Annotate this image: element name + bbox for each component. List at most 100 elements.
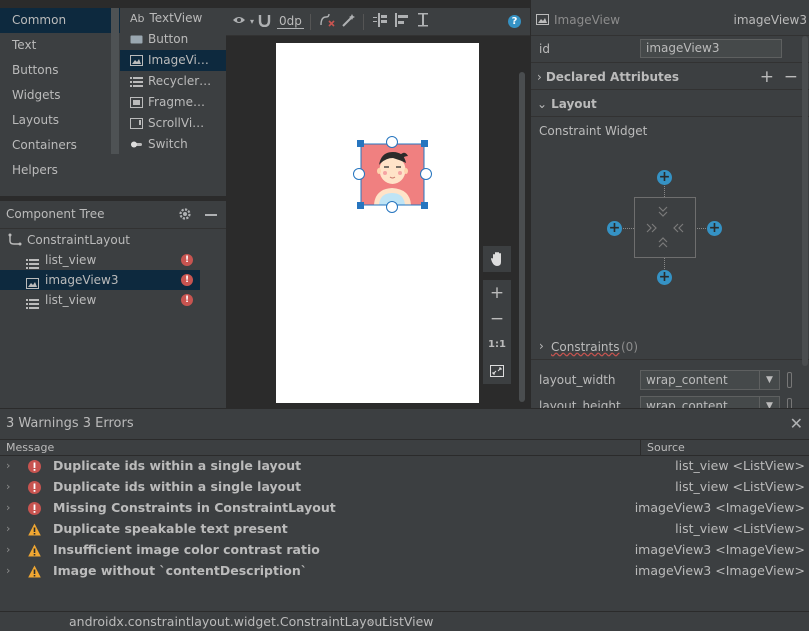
add-right-constraint-icon[interactable]: + <box>707 221 722 236</box>
zoom-1-1-button[interactable]: 1:1 <box>483 332 511 358</box>
palette-category-buttons[interactable]: Buttons <box>0 58 120 83</box>
align-icon[interactable] <box>394 12 410 31</box>
help-icon[interactable]: ? <box>508 15 521 28</box>
problem-row[interactable]: › Duplicate ids within a single layout l… <box>0 476 809 497</box>
tree-item-list-view[interactable]: list_view ! <box>0 290 200 310</box>
constraints-row[interactable]: › Constraints (0) <box>531 336 809 360</box>
ab-icon: Ab <box>130 12 145 25</box>
resize-handle[interactable] <box>421 202 428 209</box>
attributes-scrollbar[interactable] <box>802 36 808 366</box>
clear-constraints-icon[interactable] <box>319 13 335 30</box>
constraint-anchor-left[interactable] <box>353 168 365 180</box>
default-margin-field[interactable]: 0dp <box>277 14 304 29</box>
column-message[interactable]: Message <box>6 440 54 456</box>
list-icon <box>26 295 39 309</box>
column-divider[interactable] <box>640 440 641 456</box>
pan-hand-icon[interactable] <box>483 246 511 272</box>
palette-widget-recyclerview[interactable]: Recycler… <box>120 71 226 92</box>
problem-row[interactable]: › Image without `contentDescription` ima… <box>0 560 809 581</box>
zoom-out-button[interactable]: − <box>483 306 511 332</box>
tree-item-list-view[interactable]: list_view ! <box>0 250 200 270</box>
attribute-picker-icon[interactable] <box>787 398 792 408</box>
problem-row[interactable]: › Insufficient image color contrast rati… <box>0 539 809 560</box>
constraint-widget: + + + + <box>607 170 722 285</box>
constraint-line <box>621 228 634 229</box>
zoom-to-fit-icon[interactable] <box>483 358 511 384</box>
remove-attribute-button[interactable]: − <box>784 64 798 90</box>
resize-handle[interactable] <box>421 140 428 147</box>
breadcrumb-separator: › <box>368 614 373 629</box>
chevron-right-icon[interactable]: › <box>6 455 10 476</box>
close-icon[interactable]: ✕ <box>790 409 803 439</box>
device-preview[interactable] <box>276 43 479 403</box>
id-field[interactable]: imageView3 <box>640 39 782 58</box>
palette-widget-fragment[interactable]: Fragme… <box>120 92 226 113</box>
chevron-right-icon[interactable]: › <box>6 518 10 539</box>
add-top-constraint-icon[interactable]: + <box>657 170 672 185</box>
gear-icon[interactable] <box>178 207 192 224</box>
column-source[interactable]: Source <box>647 440 685 456</box>
add-left-constraint-icon[interactable]: + <box>607 221 622 236</box>
breadcrumb-current[interactable]: ListView <box>382 612 434 631</box>
add-attribute-button[interactable]: + <box>760 64 774 90</box>
breadcrumb-status-bar: androidx.constraintlayout.widget.Constra… <box>0 611 809 631</box>
layout-section-header[interactable]: ⌄ Layout <box>531 91 809 117</box>
tree-item-label: imageView3 <box>45 273 119 287</box>
guidelines-icon[interactable] <box>416 12 432 31</box>
tree-item-imageview3[interactable]: imageView3 ! <box>0 270 200 290</box>
palette-category-text[interactable]: Text <box>0 33 120 58</box>
attribute-picker-icon[interactable] <box>787 372 792 388</box>
widget-id-label: imageView3 <box>733 13 808 27</box>
palette-widget-textview[interactable]: Ab TextView <box>120 8 226 29</box>
breadcrumb-parent[interactable]: androidx.constraintlayout.widget.Constra… <box>69 612 387 631</box>
problem-row[interactable]: › Missing Constraints in ConstraintLayou… <box>0 497 809 518</box>
palette-widget-button[interactable]: Button <box>120 29 226 50</box>
constraint-anchor-bottom[interactable] <box>386 201 398 213</box>
resize-handle[interactable] <box>357 202 364 209</box>
palette-widget-list: Ab TextView Button ImageVi… Recycler… Fr… <box>120 8 226 155</box>
chevron-right-icon[interactable]: › <box>6 560 10 581</box>
palette-category-containers[interactable]: Containers <box>0 133 120 158</box>
zoom-in-button[interactable]: + <box>483 280 511 306</box>
pack-icon[interactable] <box>372 12 388 31</box>
fragment-icon <box>130 97 143 108</box>
palette-widget-switch[interactable]: Switch <box>120 134 226 155</box>
palette-widget-scrollview[interactable]: ScrollVi… <box>120 113 226 134</box>
component-tree-panel: Component Tree ConstraintLayout list_vie… <box>0 200 226 410</box>
problem-row[interactable]: › Duplicate speakable text present list_… <box>0 518 809 539</box>
add-bottom-constraint-icon[interactable]: + <box>657 270 672 285</box>
layout-height-dropdown[interactable]: wrap_content ▼ <box>640 396 780 408</box>
eye-icon[interactable] <box>232 14 246 29</box>
declared-attributes-header[interactable]: › Declared Attributes + − <box>531 64 809 90</box>
constraint-anchor-right[interactable] <box>420 168 432 180</box>
problems-column-header: Message Source <box>0 439 809 456</box>
chevron-right-icon[interactable]: › <box>6 476 10 497</box>
list-icon <box>26 255 39 269</box>
tree-item-constraintlayout[interactable]: ConstraintLayout <box>0 230 200 250</box>
chevron-right-icon[interactable]: › <box>6 539 10 560</box>
minimize-icon[interactable] <box>205 214 217 216</box>
dropdown-arrow-icon[interactable]: ▾ <box>250 17 254 26</box>
resize-handle[interactable] <box>357 140 364 147</box>
palette-category-widgets[interactable]: Widgets <box>0 83 120 108</box>
constraint-anchor-top[interactable] <box>386 136 398 148</box>
layout-width-dropdown[interactable]: wrap_content ▼ <box>640 370 780 390</box>
tree-item-label: list_view <box>45 253 97 267</box>
magic-wand-icon[interactable] <box>341 13 356 30</box>
magnet-icon[interactable] <box>258 14 271 30</box>
chevron-right-icon: › <box>537 70 542 84</box>
layout-width-row: layout_width wrap_content ▼ <box>531 368 809 392</box>
chevron-right-icon[interactable]: › <box>6 497 10 518</box>
palette-category-list: Common Text Buttons Widgets Layouts Cont… <box>0 8 120 183</box>
toolbar-separator <box>362 13 364 30</box>
problem-row[interactable]: › Duplicate ids within a single layout l… <box>0 455 809 476</box>
design-scrollbar[interactable] <box>519 72 525 402</box>
palette-category-layouts[interactable]: Layouts <box>0 108 120 133</box>
problem-source: imageView3 <ImageView> <box>634 563 805 578</box>
palette-category-helpers[interactable]: Helpers <box>0 158 120 183</box>
imageview3-preview[interactable] <box>353 136 432 213</box>
palette-widget-imageview[interactable]: ImageVi… <box>120 50 226 71</box>
palette-category-scrollbar[interactable] <box>111 8 119 154</box>
palette-category-common[interactable]: Common <box>0 8 120 33</box>
id-row: id imageView3 <box>531 36 809 63</box>
